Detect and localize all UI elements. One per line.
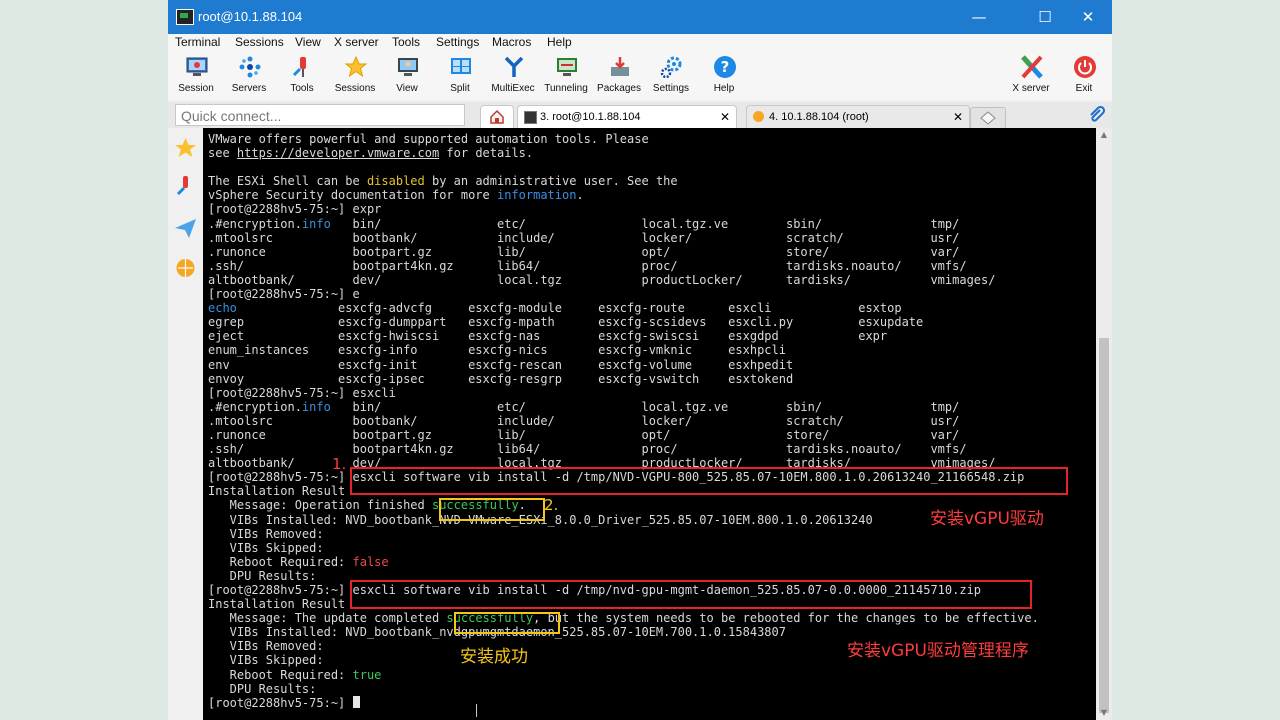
window-title: root@10.1.88.104 <box>198 9 303 24</box>
toolbar-tunneling-button[interactable]: Tunneling <box>539 52 593 100</box>
new-tab-icon <box>980 111 996 125</box>
toolbar-settings-button[interactable]: Settings <box>644 52 698 100</box>
side-panel-strip <box>168 128 204 720</box>
menu-bar: Terminal Sessions View X server Tools Se… <box>168 34 1112 52</box>
toolbar: Session Servers Tools Sessions View Spli… <box>168 52 1112 100</box>
session-icon <box>186 57 208 76</box>
minimize-button[interactable]: — <box>959 4 999 30</box>
title-bar[interactable]: root@10.1.88.104 — ☐ ✕ <box>168 0 1112 34</box>
sftp-globe-icon[interactable] <box>172 254 199 282</box>
toolbar-label: Tools <box>290 83 314 94</box>
multiexec-icon <box>504 56 524 77</box>
svg-text:?: ? <box>721 58 730 76</box>
toolbar-label: Help <box>713 83 735 94</box>
highlight-box-install-driver <box>350 467 1068 495</box>
toolbar-sessions-button[interactable]: Sessions <box>328 52 382 100</box>
toolbar-label: Session <box>178 83 214 94</box>
menu-tools[interactable]: Tools <box>392 35 420 49</box>
close-tab-icon[interactable]: ✕ <box>953 106 963 128</box>
help-icon: ? <box>714 56 736 78</box>
annotation-step-2: 2. <box>544 496 559 514</box>
power-icon <box>1074 56 1096 78</box>
menu-view[interactable]: View <box>295 35 321 49</box>
menu-terminal[interactable]: Terminal <box>175 35 220 49</box>
scrollbar-thumb[interactable] <box>1099 338 1109 713</box>
annotation-install-success: 安装成功 <box>460 647 528 667</box>
toolbar-servers-button[interactable]: Servers <box>222 52 276 100</box>
x-server-icon <box>1021 55 1043 79</box>
tab-bar: Quick connect... 3. root@10.1.88.104 ✕ 4… <box>168 102 1112 129</box>
toolbar-label: Split <box>450 83 470 94</box>
toolbar-label: Servers <box>231 83 267 94</box>
close-window-button[interactable]: ✕ <box>1068 4 1108 30</box>
background-left <box>0 0 168 720</box>
toolbar-label: Packages <box>597 83 641 94</box>
home-icon <box>490 109 504 124</box>
home-tab[interactable] <box>480 105 514 129</box>
tab-label: 4. 10.1.88.104 (root) <box>769 111 869 123</box>
toolbar-label: X server <box>1012 83 1050 94</box>
ssh-tab-icon <box>753 111 764 122</box>
toolbar-multiexec-button[interactable]: MultiExec <box>486 52 540 100</box>
mobaxterm-window: root@10.1.88.104 — ☐ ✕ Terminal Sessions… <box>168 0 1112 720</box>
toolbar-exit-button[interactable]: Exit <box>1057 52 1111 100</box>
terminal-output: VMware offers powerful and supported aut… <box>208 132 1039 710</box>
toolbar-label: Tunneling <box>544 83 588 94</box>
tab-label: 3. root@10.1.88.104 <box>540 111 641 123</box>
annotation-install-manager: 安装vGPU驱动管理程序 <box>847 641 1029 661</box>
toolbar-x-server-button[interactable]: X server <box>1004 52 1058 100</box>
menu-x-server[interactable]: X server <box>334 35 379 49</box>
terminal-cursor <box>352 695 360 708</box>
toolbar-label: Settings <box>652 83 690 94</box>
split-icon <box>451 58 471 74</box>
tab-session-3[interactable]: 3. root@10.1.88.104 ✕ <box>517 105 737 129</box>
menu-help[interactable]: Help <box>547 35 572 49</box>
terminal-panel[interactable]: VMware offers powerful and supported aut… <box>203 128 1096 720</box>
toolbar-label: Exit <box>1075 83 1093 94</box>
sessions-star-icon[interactable] <box>172 134 199 162</box>
menu-macros[interactable]: Macros <box>492 35 531 49</box>
toolbar-label: Sessions <box>334 83 376 94</box>
scroll-up-arrow-icon[interactable]: ▲ <box>1096 128 1112 142</box>
menu-settings[interactable]: Settings <box>436 35 479 49</box>
view-icon <box>398 58 418 76</box>
toolbar-tools-button[interactable]: Tools <box>275 52 329 100</box>
maximize-button[interactable]: ☐ <box>1025 4 1065 30</box>
close-tab-icon[interactable]: ✕ <box>720 106 730 128</box>
background-right <box>1112 0 1280 720</box>
macros-paper-plane-icon[interactable] <box>172 214 199 242</box>
tools-side-icon[interactable] <box>172 172 199 200</box>
toolbar-label: MultiExec <box>491 83 535 94</box>
tools-icon <box>292 57 306 77</box>
servers-icon <box>239 56 261 78</box>
settings-gear-icon <box>660 56 682 79</box>
toolbar-label: View <box>396 83 418 94</box>
menu-sessions[interactable]: Sessions <box>235 35 284 49</box>
tunneling-icon <box>557 58 577 76</box>
app-terminal-icon <box>176 9 194 25</box>
toolbar-packages-button[interactable]: Packages <box>592 52 646 100</box>
toolbar-split-button[interactable]: Split <box>433 52 487 100</box>
terminal-tab-icon <box>524 111 537 124</box>
mouse-ibeam-cursor <box>476 704 477 717</box>
new-tab-button[interactable] <box>970 107 1006 129</box>
annotation-install-driver: 安装vGPU驱动 <box>930 509 1044 529</box>
highlight-box-success-1 <box>439 498 545 521</box>
highlight-box-success-2 <box>454 612 560 634</box>
attach-paperclip-icon[interactable] <box>1088 106 1106 124</box>
star-icon <box>344 55 368 78</box>
packages-icon <box>611 57 629 76</box>
highlight-box-install-manager <box>350 580 1032 609</box>
annotation-step-1: 1. <box>332 455 347 473</box>
quick-connect-input[interactable]: Quick connect... <box>175 104 465 126</box>
toolbar-help-button[interactable]: ? Help <box>697 52 751 100</box>
scroll-down-arrow-icon[interactable]: ▼ <box>1096 706 1112 720</box>
terminal-scrollbar[interactable]: ▲ ▼ <box>1096 128 1112 720</box>
tab-session-4[interactable]: 4. 10.1.88.104 (root) ✕ <box>746 105 970 129</box>
toolbar-view-button[interactable]: View <box>380 52 434 100</box>
toolbar-session-button[interactable]: Session <box>169 52 223 100</box>
